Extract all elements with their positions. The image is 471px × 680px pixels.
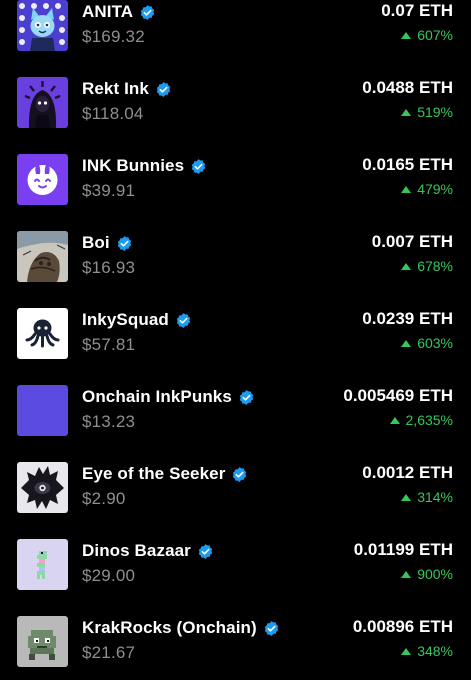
- purple-square-icon: [17, 385, 68, 436]
- collection-usd-price: $39.91: [82, 181, 136, 200]
- up-arrow-icon: [401, 647, 412, 655]
- collection-row[interactable]: ANITA $169.32 0.07 ETH 607%: [0, 0, 471, 64]
- up-arrow-icon: [401, 339, 412, 347]
- collection-row[interactable]: Rekt Ink $118.04 0.0488 ETH 519%: [0, 64, 471, 141]
- collection-eth-price: 0.00896 ETH: [352, 617, 453, 636]
- collection-usd-price: $118.04: [82, 104, 144, 123]
- collection-list: ANITA $169.32 0.07 ETH 607% Rekt Ink $11…: [0, 0, 471, 680]
- collection-eth-price: 0.005469 ETH: [343, 386, 453, 405]
- change-percent: 314%: [417, 489, 453, 505]
- collection-name: Dinos Bazaar: [82, 541, 191, 560]
- change-percent: 348%: [417, 643, 453, 659]
- up-arrow-icon: [401, 570, 412, 578]
- verified-badge-icon: [231, 466, 248, 483]
- change-percent: 519%: [417, 104, 453, 120]
- up-arrow-icon: [389, 416, 400, 424]
- collection-name: KrakRocks (Onchain): [82, 618, 257, 637]
- collection-change: 314%: [401, 489, 453, 505]
- collection-row[interactable]: InkySquad $57.81 0.0239 ETH 603%: [0, 295, 471, 372]
- collection-row[interactable]: KrakRocks (Onchain) $21.67 0.00896 ETH 3…: [0, 603, 471, 680]
- verified-badge-icon: [190, 158, 207, 175]
- hooded-figure-icon: [17, 77, 68, 128]
- anita-avatar-icon: [17, 0, 68, 51]
- up-arrow-icon: [401, 31, 412, 39]
- up-arrow-icon: [401, 262, 412, 270]
- up-arrow-icon: [401, 108, 412, 116]
- collection-eth-price: 0.007 ETH: [371, 232, 453, 251]
- collection-change: 607%: [401, 27, 453, 43]
- collection-change: 519%: [401, 104, 453, 120]
- change-percent: 678%: [417, 258, 453, 274]
- collection-change: 348%: [401, 643, 453, 659]
- collection-row[interactable]: Onchain InkPunks $13.23 0.005469 ETH 2,6…: [0, 372, 471, 449]
- collection-eth-price: 0.0488 ETH: [362, 78, 453, 97]
- pixel-dino-icon: [17, 539, 68, 590]
- collection-change: 900%: [401, 566, 453, 582]
- collection-name: Rekt Ink: [82, 79, 149, 98]
- verified-badge-icon: [139, 4, 156, 21]
- up-arrow-icon: [401, 493, 412, 501]
- bunny-face-icon: [17, 154, 68, 205]
- collection-eth-price: 0.07 ETH: [381, 1, 453, 20]
- change-percent: 900%: [417, 566, 453, 582]
- collection-row[interactable]: Dinos Bazaar $29.00 0.01199 ETH 900%: [0, 526, 471, 603]
- collection-usd-price: $169.32: [82, 27, 145, 46]
- change-percent: 603%: [417, 335, 453, 351]
- change-percent: 479%: [417, 181, 453, 197]
- collection-eth-price: 0.0012 ETH: [362, 463, 453, 482]
- collection-usd-price: $21.67: [82, 643, 136, 662]
- collection-change: 2,635%: [389, 412, 453, 428]
- collection-usd-price: $57.81: [82, 335, 136, 354]
- verified-badge-icon: [155, 81, 172, 98]
- change-percent: 607%: [417, 27, 453, 43]
- collection-usd-price: $29.00: [82, 566, 136, 585]
- verified-badge-icon: [197, 543, 214, 560]
- collection-eth-price: 0.0165 ETH: [362, 155, 453, 174]
- octopus-icon: [17, 308, 68, 359]
- collection-name: ANITA: [82, 2, 134, 21]
- collection-eth-price: 0.01199 ETH: [353, 540, 453, 559]
- collection-usd-price: $16.93: [82, 258, 136, 277]
- sketch-art-icon: [17, 231, 68, 282]
- collection-usd-price: $13.23: [82, 412, 136, 431]
- verified-badge-icon: [175, 312, 192, 329]
- collection-change: 603%: [401, 335, 453, 351]
- verified-badge-icon: [238, 389, 255, 406]
- verified-badge-icon: [116, 235, 133, 252]
- up-arrow-icon: [401, 185, 412, 193]
- collection-row[interactable]: Boi $16.93 0.007 ETH 678%: [0, 218, 471, 295]
- collection-change: 479%: [401, 181, 453, 197]
- collection-name: Onchain InkPunks: [82, 387, 232, 406]
- collection-name: Boi: [82, 233, 110, 252]
- collection-row[interactable]: Eye of the Seeker $2.90 0.0012 ETH 314%: [0, 449, 471, 526]
- collection-row[interactable]: INK Bunnies $39.91 0.0165 ETH 479%: [0, 141, 471, 218]
- collection-usd-price: $2.90: [82, 489, 126, 508]
- collection-name: InkySquad: [82, 310, 169, 329]
- spiked-eye-icon: [17, 462, 68, 513]
- collection-change: 678%: [401, 258, 453, 274]
- collection-eth-price: 0.0239 ETH: [362, 309, 453, 328]
- change-percent: 2,635%: [405, 412, 453, 428]
- verified-badge-icon: [263, 620, 280, 637]
- collection-name: Eye of the Seeker: [82, 464, 226, 483]
- pixel-rock-icon: [17, 616, 68, 667]
- collection-name: INK Bunnies: [82, 156, 185, 175]
